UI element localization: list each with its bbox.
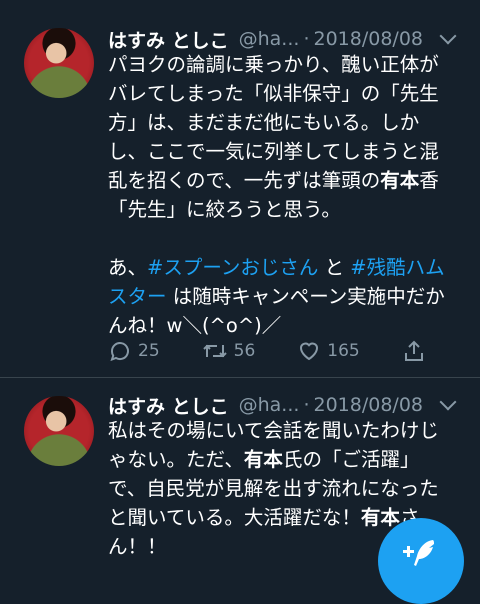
text-line: バレてしまった「似非保守」の「先生: [108, 82, 439, 105]
highlighted-keyword: 有本: [360, 506, 400, 529]
author-handle[interactable]: @ha...: [239, 394, 300, 416]
hashtag-link[interactable]: #スプーンおじさん: [147, 256, 318, 279]
text-line: スター は随時キャンペーン実施中だか: [108, 282, 460, 311]
text-line: ゃない。ただ、有本氏の「ご活躍」: [108, 445, 460, 474]
tweet-text: パヨクの論調に乗っかり、醜い正体が バレてしまった「似非保守」の「先生 方」は、…: [108, 50, 460, 340]
share-button[interactable]: [402, 339, 432, 363]
text-segment: 乱を招くので、一先ずは筆頭の: [108, 169, 381, 192]
hashtag-link-continued[interactable]: スター: [108, 285, 167, 308]
highlighted-keyword: 有本: [380, 169, 420, 192]
share-upload-icon: [404, 340, 423, 361]
hashtag-link[interactable]: #残酷ハム: [350, 256, 444, 279]
tweet-date[interactable]: 2018/08/08: [313, 28, 423, 50]
text-line: 私はその場にいて会話を聞いたわけじ: [108, 419, 439, 442]
retweet-arrows-icon: [202, 344, 227, 358]
avatar[interactable]: [24, 396, 94, 466]
avatar[interactable]: [24, 28, 94, 98]
text-line: 方」は、まだまだ他にもいる。しか: [108, 111, 420, 134]
heart-icon: [300, 342, 319, 361]
text-segment: 香: [419, 169, 439, 192]
text-line: あ、#スプーンおじさん と #残酷ハム: [108, 253, 460, 282]
text-segment: 氏の「ご活躍」: [282, 448, 420, 471]
reply-count: 25: [138, 341, 160, 361]
tweet-header: はすみ としこ @ha... · 2018/08/08: [108, 392, 460, 418]
chevron-down-icon[interactable]: [439, 27, 457, 45]
compose-tweet-button[interactable]: [378, 518, 464, 604]
retweet-count: 56: [233, 341, 256, 361]
text-line: 乱を招くので、一先ずは筆頭の有本香: [108, 166, 460, 195]
author-handle[interactable]: @ha...: [239, 28, 300, 50]
speech-bubble-icon: [110, 342, 129, 362]
tweet-header: はすみ としこ @ha... · 2018/08/08: [108, 26, 460, 52]
text-segment: あ、: [108, 256, 148, 279]
tweet[interactable]: はすみ としこ @ha... · 2018/08/08 パヨクの論調に乗っかり、…: [0, 0, 480, 378]
text-line: で、自民党が見解を出す流れになった: [108, 477, 439, 500]
text-segment: と: [318, 256, 351, 279]
like-button[interactable]: 165: [297, 339, 360, 363]
text-segment: と聞いている。大活躍だな！: [108, 506, 361, 529]
author-name[interactable]: はすみ としこ: [108, 392, 229, 419]
retweet-button[interactable]: 56: [202, 339, 256, 363]
highlighted-keyword: 有本: [243, 448, 283, 471]
chevron-down-icon[interactable]: [439, 393, 457, 411]
feather-plus-icon: [403, 540, 434, 566]
text-line: し、ここで一気に列挙してしまうと混: [108, 140, 439, 163]
text-line: 「先生」に絞ろうと思う。: [108, 198, 341, 221]
reply-button[interactable]: 25: [108, 339, 160, 363]
text-segment: は随時キャンペーン実施中だか: [166, 285, 445, 308]
text-segment: ゃない。ただ、: [108, 448, 244, 471]
tweet-date[interactable]: 2018/08/08: [313, 394, 423, 416]
tweet-actions: 25 56 165: [108, 336, 440, 366]
separator: ·: [303, 394, 310, 416]
separator: ·: [303, 28, 310, 50]
text-line: パヨクの論調に乗っかり、醜い正体が: [108, 53, 439, 76]
author-name[interactable]: はすみ としこ: [108, 26, 229, 53]
like-count: 165: [327, 341, 360, 361]
